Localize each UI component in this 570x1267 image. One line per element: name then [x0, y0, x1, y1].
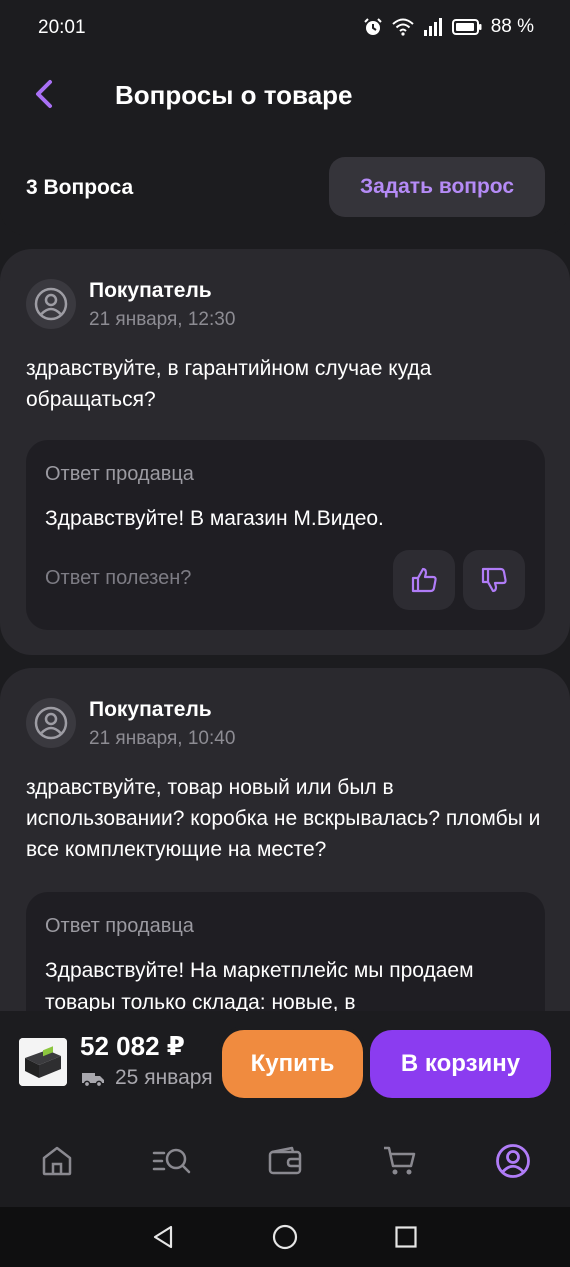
page-title: Вопросы о товаре	[115, 80, 353, 110]
answer-title: Ответ продавца	[45, 463, 194, 485]
seller-answer: Ответ продавца Здравствуйте! В магазин М…	[26, 440, 545, 630]
nav-recents-button[interactable]	[390, 1221, 422, 1253]
question-date: 21 января, 12:30	[89, 309, 236, 330]
helpful-prompt: Ответ полезен?	[45, 567, 192, 589]
tab-wallet[interactable]	[265, 1141, 305, 1181]
question-count: 3 Вопроса	[26, 176, 134, 199]
cart-icon	[384, 1146, 416, 1175]
question-date: 21 января, 10:40	[89, 728, 236, 749]
question-author: Покупатель	[89, 279, 212, 302]
alarm-icon	[363, 18, 382, 35]
header: Вопросы о товаре 3 Вопроса Задать вопрос	[0, 56, 570, 236]
truck-icon	[82, 1073, 104, 1088]
system-navigation-bar	[0, 1207, 570, 1267]
question-author: Покупатель	[89, 698, 212, 721]
triangle-back-icon	[153, 1225, 173, 1249]
wifi-icon	[392, 18, 414, 36]
tab-home[interactable]	[37, 1141, 77, 1181]
question-text: здравствуйте, товар новый или был в испо…	[26, 776, 541, 861]
square-recents-icon	[395, 1226, 417, 1248]
product-price: 52 082 ₽	[80, 1031, 185, 1061]
question-card: Покупатель 21 января, 12:30 здравствуйте…	[0, 249, 570, 655]
chevron-left-icon	[36, 80, 52, 108]
circle-home-icon	[272, 1224, 298, 1250]
delivery-date: 25 января	[115, 1066, 213, 1089]
tab-cart[interactable]	[380, 1141, 420, 1181]
answer-title: Ответ продавца	[45, 915, 194, 937]
product-thumbnail[interactable]	[19, 1038, 67, 1086]
user-icon	[34, 287, 68, 321]
tab-profile[interactable]	[493, 1141, 533, 1181]
add-to-cart-button[interactable]: В корзину	[370, 1030, 551, 1098]
bottom-tab-bar	[0, 1111, 570, 1207]
answer-text: Здравствуйте! В магазин М.Видео.	[45, 507, 384, 530]
avatar	[26, 698, 76, 748]
purchase-bar: 52 082 ₽ 25 января Купить В корзину	[0, 1011, 570, 1111]
status-time: 20:01	[38, 17, 86, 38]
nav-back-button[interactable]	[147, 1221, 179, 1253]
catalog-search-icon	[152, 1148, 191, 1174]
product-image	[19, 1038, 67, 1086]
thumbs-down-icon	[481, 567, 507, 593]
buy-button[interactable]: Купить	[222, 1030, 363, 1098]
answer-text: Здравствуйте! На маркетплейс мы продаем …	[45, 959, 474, 1014]
battery-icon	[451, 19, 482, 35]
back-button[interactable]	[26, 76, 62, 112]
ask-question-button[interactable]: Задать вопрос	[329, 157, 545, 217]
question-text: здравствуйте, в гарантийном случае куда …	[26, 357, 432, 411]
profile-icon	[496, 1144, 530, 1178]
status-bar: 20:01 88 %	[0, 0, 570, 56]
user-icon	[34, 706, 68, 740]
battery-level: 88 %	[490, 16, 534, 37]
thumbs-down-button[interactable]	[463, 550, 525, 610]
nav-home-button[interactable]	[269, 1221, 301, 1253]
signal-icon	[423, 18, 442, 36]
home-icon	[42, 1146, 72, 1176]
status-icons: 88 %	[363, 16, 534, 38]
wallet-icon	[268, 1146, 302, 1175]
avatar	[26, 279, 76, 329]
thumbs-up-icon	[411, 567, 437, 593]
thumbs-up-button[interactable]	[393, 550, 455, 610]
tab-catalog[interactable]	[150, 1141, 194, 1181]
